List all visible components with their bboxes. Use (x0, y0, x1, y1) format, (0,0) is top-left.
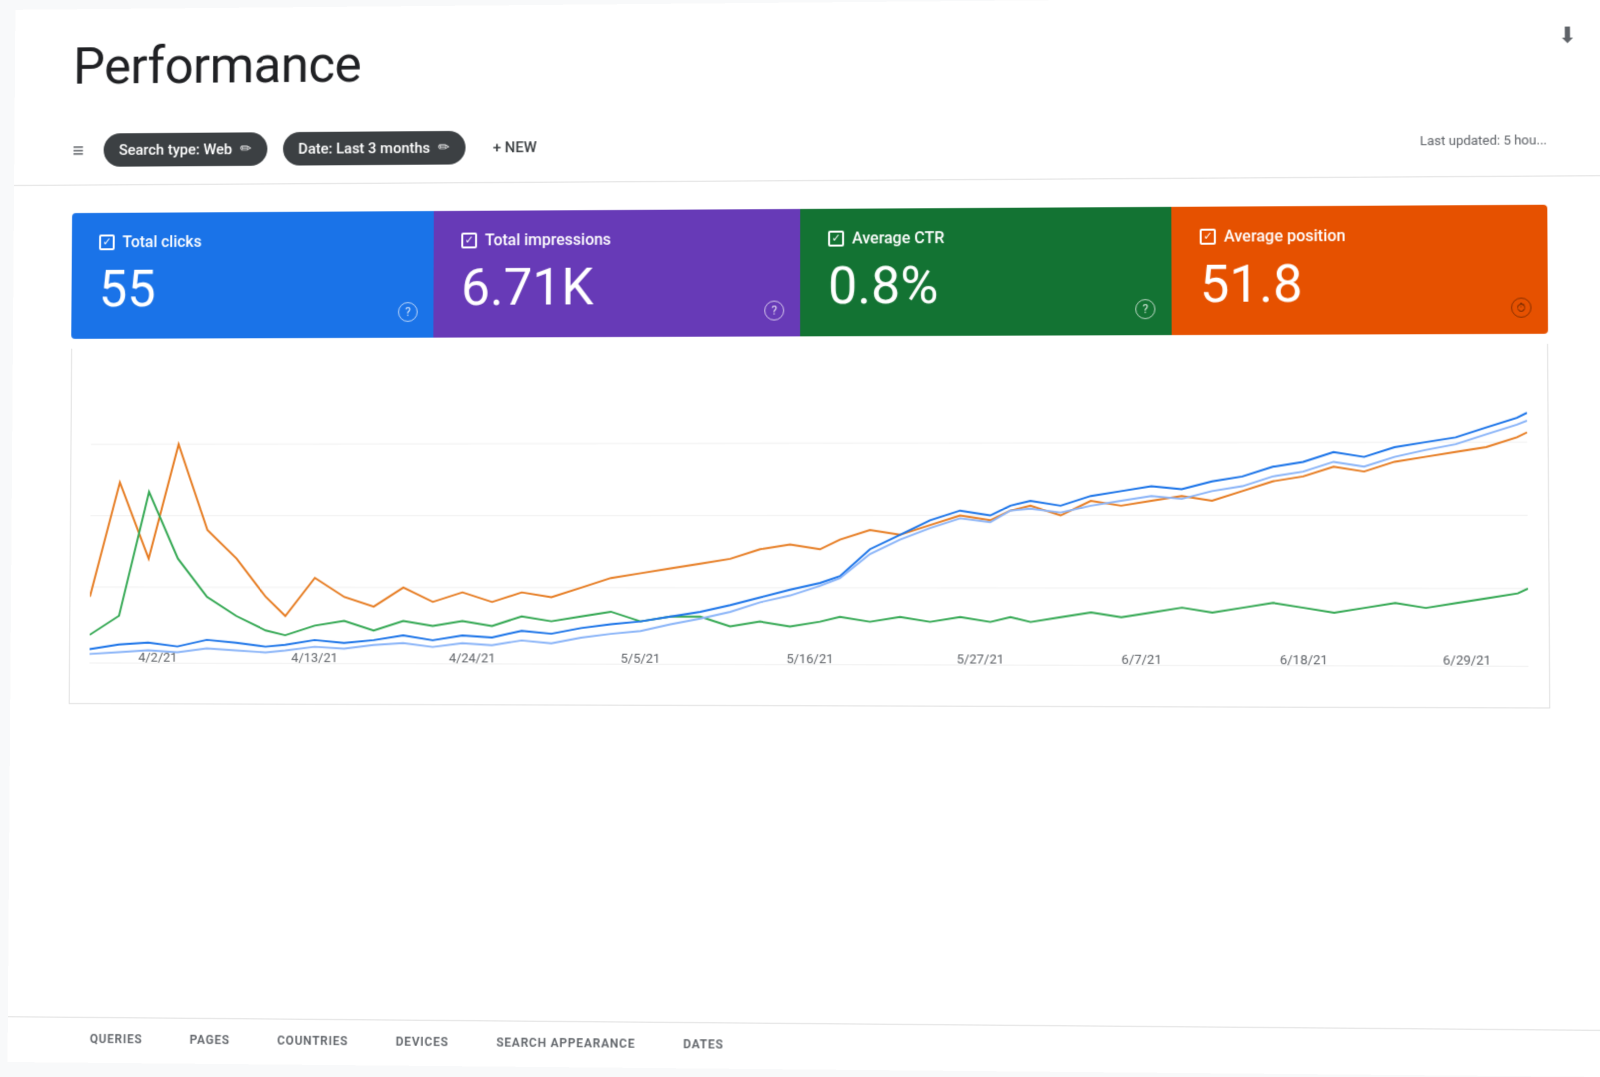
last-updated-text: Last updated: 5 hou... (1420, 133, 1547, 149)
ctr-label: Average CTR (852, 228, 944, 247)
svg-text:4/24/21: 4/24/21 (449, 652, 496, 667)
svg-text:5/27/21: 5/27/21 (957, 653, 1004, 667)
new-filter-button[interactable]: + NEW (481, 130, 549, 164)
ctr-value: 0.8% (828, 256, 1143, 314)
tab-dates[interactable]: DATES (659, 1023, 748, 1069)
search-type-edit-icon: ✏ (240, 141, 252, 157)
tab-devices[interactable]: DEVICES (372, 1020, 473, 1066)
metrics-row: Total clicks 55 ? Total impressions 6.71… (71, 205, 1548, 339)
filter-bar: ≡ Search type: Web ✏ Date: Last 3 months… (14, 105, 1600, 186)
impressions-info-icon[interactable]: ? (764, 301, 784, 321)
impressions-value: 6.71K (461, 258, 772, 316)
page-title: Performance (73, 24, 1547, 97)
filter-icon[interactable]: ≡ (72, 138, 84, 163)
clicks-checkbox[interactable] (99, 234, 115, 250)
metric-card-clicks[interactable]: Total clicks 55 ? (71, 211, 434, 339)
tab-countries[interactable]: COUNTRIES (253, 1019, 372, 1065)
date-range-chip[interactable]: Date: Last 3 months ✏ (283, 131, 466, 166)
clicks-value: 55 (99, 260, 406, 318)
new-filter-label: + NEW (493, 138, 537, 156)
performance-chart: 4/2/21 4/13/21 4/24/21 5/5/21 5/16/21 5/… (89, 364, 1528, 667)
svg-text:6/7/21: 6/7/21 (1121, 653, 1161, 667)
tab-search-appearance[interactable]: SEARCH APPEARANCE (472, 1021, 659, 1068)
search-type-chip[interactable]: Search type: Web ✏ (103, 132, 267, 167)
header: Performance ⬇ (15, 0, 1600, 97)
impressions-checkbox[interactable] (461, 232, 477, 248)
bottom-tabs: QUERIES PAGES COUNTRIES DEVICES SEARCH A… (8, 1016, 1600, 1077)
ctr-info-icon[interactable]: ? (1135, 299, 1155, 319)
metric-card-ctr[interactable]: Average CTR 0.8% ? (800, 207, 1172, 337)
metric-card-impressions[interactable]: Total impressions 6.71K ? (433, 209, 800, 338)
search-type-label: Search type: Web (119, 140, 232, 158)
clicks-label: Total clicks (122, 232, 201, 251)
svg-text:6/18/21: 6/18/21 (1280, 653, 1328, 667)
position-value: 51.8 (1200, 254, 1520, 313)
chart-area: 4/2/21 4/13/21 4/24/21 5/5/21 5/16/21 5/… (69, 344, 1551, 709)
position-info-icon[interactable]: ⏱ (1511, 298, 1532, 318)
tab-pages[interactable]: PAGES (166, 1019, 254, 1065)
svg-text:5/5/21: 5/5/21 (621, 652, 661, 667)
download-icon[interactable]: ⬇ (1558, 23, 1577, 48)
tab-queries[interactable]: QUERIES (66, 1018, 166, 1064)
date-range-edit-icon: ✏ (438, 140, 450, 156)
position-label: Average position (1224, 226, 1346, 246)
svg-text:4/13/21: 4/13/21 (291, 651, 337, 666)
position-checkbox[interactable] (1200, 228, 1216, 244)
page-container: Performance ⬇ ≡ Search type: Web ✏ Date:… (8, 0, 1600, 1077)
svg-text:4/2/21: 4/2/21 (138, 651, 177, 666)
download-icon-area: ⬇ (1558, 23, 1577, 48)
metric-card-position[interactable]: Average position 51.8 ⏱ (1171, 205, 1548, 336)
date-range-label: Date: Last 3 months (298, 139, 430, 158)
svg-text:5/16/21: 5/16/21 (786, 652, 833, 667)
svg-text:6/29/21: 6/29/21 (1443, 654, 1491, 667)
ctr-checkbox[interactable] (828, 230, 844, 246)
impressions-label: Total impressions (485, 230, 611, 249)
clicks-info-icon[interactable]: ? (398, 302, 418, 322)
